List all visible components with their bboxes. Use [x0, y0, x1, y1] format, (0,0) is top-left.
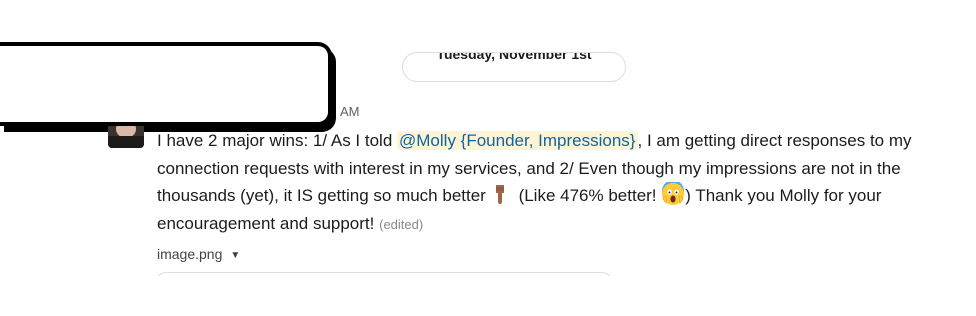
preview-crop — [150, 276, 620, 316]
message-timestamp[interactable]: AM — [340, 104, 360, 119]
caret-down-icon[interactable]: ▼ — [230, 250, 240, 261]
message-text-start: I have 2 major wins: 1/ As I told — [157, 131, 398, 150]
point-down-hand-emoji-icon — [490, 184, 510, 204]
user-mention[interactable]: @Molly {Founder, Impressions} — [397, 131, 638, 150]
avatar[interactable] — [108, 126, 144, 148]
date-divider-label: Tuesday, November 1st — [436, 52, 592, 62]
attachment-header[interactable]: image.png ▼ — [157, 246, 240, 262]
attachment-filename[interactable]: image.png — [157, 246, 222, 262]
redaction-box — [0, 42, 332, 126]
date-divider-pill[interactable]: Tuesday, November 1st — [402, 52, 626, 82]
message-body: I have 2 major wins: 1/ As I told @Molly… — [157, 127, 957, 238]
screaming-face-emoji-icon — [661, 180, 685, 206]
edited-label: (edited) — [379, 216, 424, 232]
message-text-like: (Like 476% better! — [513, 186, 662, 205]
